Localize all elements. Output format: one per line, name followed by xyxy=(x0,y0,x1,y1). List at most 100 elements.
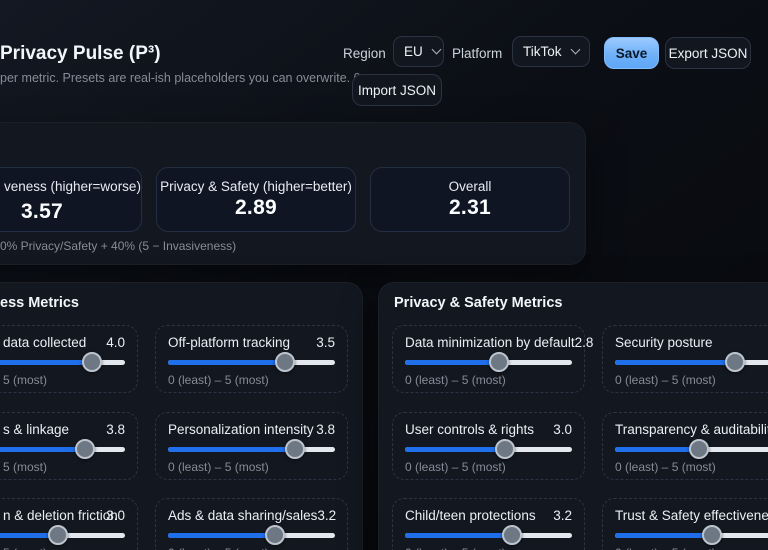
metric-card-data-collected: data collected 4.0 5 (most) xyxy=(0,325,138,393)
metric-slider[interactable] xyxy=(405,352,572,372)
slider-thumb[interactable] xyxy=(701,525,722,545)
slider-thumb[interactable] xyxy=(81,352,102,372)
metric-range-label: 0 (least) – 5 (most) xyxy=(615,460,716,474)
metric-range-label: 0 (least) – 5 (most) xyxy=(168,373,269,387)
metric-value: 3.8 xyxy=(316,422,335,437)
overall-formula-text: 0% Privacy/Safety + 40% (5 − Invasivenes… xyxy=(0,239,237,253)
slider-thumb[interactable] xyxy=(48,525,69,545)
metric-value: 3.0 xyxy=(553,422,572,437)
metric-slider[interactable] xyxy=(168,352,335,372)
slider-fill xyxy=(615,447,699,452)
metric-card-child-teen-protections: Child/teen protections 3.2 0 (least) – 5 (… xyxy=(392,498,585,550)
slider-fill xyxy=(0,360,92,365)
metric-range-label: 0 (least) – 5 (most) xyxy=(405,546,572,550)
metric-range-label: 5 (most) xyxy=(0,546,125,550)
slider-thumb[interactable] xyxy=(495,439,516,459)
slider-thumb[interactable] xyxy=(264,525,285,545)
slider-fill xyxy=(405,533,512,538)
metric-label: Security posture xyxy=(615,335,713,350)
import-json-button[interactable]: Import JSON xyxy=(352,74,442,106)
save-button[interactable]: Save xyxy=(604,37,659,69)
metric-card-off-platform-tracking: Off-platform tracking 3.5 0 (least) – 5 (m… xyxy=(155,325,348,393)
metric-slider[interactable] xyxy=(615,352,768,372)
metric-card-personalization-intensity: Personalization intensity 3.8 0 (least) – … xyxy=(155,412,348,480)
slider-thumb[interactable] xyxy=(74,439,95,459)
slider-fill xyxy=(0,447,85,452)
slider-fill xyxy=(168,447,295,452)
slider-thumb[interactable] xyxy=(488,352,509,372)
left-panel-title: ess Metrics xyxy=(0,295,79,311)
metric-range-label: 0 (least) – 5 (most) xyxy=(168,460,269,474)
metric-card-security-posture: Security posture 0 (least) – 5 (most) xyxy=(602,325,768,393)
metric-label: Transparency & auditability xyxy=(615,422,768,437)
slider-thumb[interactable] xyxy=(688,439,709,459)
slider-fill xyxy=(168,533,275,538)
metric-label: Data minimization by default xyxy=(405,335,575,350)
metric-card-user-controls-rights: User controls & rights 3.0 0 (least) – 5 (… xyxy=(392,412,585,480)
slider-fill xyxy=(615,533,712,538)
metric-value: 3.5 xyxy=(316,335,335,350)
slider-thumb[interactable] xyxy=(274,352,295,372)
platform-label: Platform xyxy=(452,46,503,61)
metric-value: 4.0 xyxy=(106,335,125,350)
metric-range-label: 0 (least) – 5 (most) xyxy=(168,546,335,550)
export-json-button[interactable]: Export JSON xyxy=(665,37,751,69)
metric-label: n & deletion friction xyxy=(3,508,118,523)
platform-select[interactable]: TikTok xyxy=(512,36,590,67)
score-card-overall: Overall 2.31 xyxy=(370,167,570,232)
metric-value: 3.2 xyxy=(553,508,572,523)
metric-range-label: 0 (least) – 5 (most) xyxy=(405,373,506,387)
metric-value: 3.8 xyxy=(106,422,125,437)
region-select-value: EU xyxy=(404,44,423,59)
metric-label: User controls & rights xyxy=(405,422,535,437)
metric-card-trust-safety-effectiveness: Trust & Safety effectiveness 0 (least) – … xyxy=(602,498,768,550)
metric-slider[interactable] xyxy=(0,525,125,545)
metric-slider[interactable] xyxy=(0,439,125,459)
metric-range-label: 5 (most) xyxy=(3,460,48,474)
metric-slider[interactable] xyxy=(615,525,768,545)
slider-fill xyxy=(405,360,499,365)
metric-slider[interactable] xyxy=(405,525,572,545)
app-stage: Privacy Pulse (P³) per metric. Presets a… xyxy=(0,0,768,550)
score-label: Overall xyxy=(448,179,492,194)
metric-label: Trust & Safety effectiveness xyxy=(615,508,768,523)
slider-thumb[interactable] xyxy=(501,525,522,545)
chevron-down-icon xyxy=(570,44,581,55)
metric-slider[interactable] xyxy=(405,439,572,459)
score-value: 2.31 xyxy=(448,196,492,219)
metric-range-label: 0 (least) – 5 (most) xyxy=(615,546,768,550)
right-panel-title: Privacy & Safety Metrics xyxy=(394,295,563,311)
region-label: Region xyxy=(343,46,386,61)
metric-card-deletion-friction: n & deletion friction3.05 (most) xyxy=(0,498,138,550)
metric-slider[interactable] xyxy=(0,352,125,372)
region-select[interactable]: EU xyxy=(393,36,444,67)
metric-card-data-minimization: Data minimization by default 2.8 0 (least)… xyxy=(392,325,593,393)
score-label: Privacy & Safety (higher=better) xyxy=(160,179,352,194)
metric-label: Child/teen protections xyxy=(405,508,536,523)
score-card-privacy-safety: Privacy & Safety (higher=better) 2.89 xyxy=(156,167,356,232)
score-value: 3.57 xyxy=(20,200,64,223)
slider-thumb[interactable] xyxy=(725,352,746,372)
metric-slider[interactable] xyxy=(168,439,335,459)
metric-label: data collected xyxy=(3,335,87,350)
metric-range-label: 0 (least) – 5 (most) xyxy=(615,373,716,387)
slider-fill xyxy=(405,447,506,452)
score-label: veness (higher=worse) xyxy=(4,179,141,194)
metric-label: Personalization intensity xyxy=(168,422,314,437)
metric-card-transparency-auditability: Transparency & auditability 0 (least) – 5… xyxy=(602,412,768,480)
score-value: 2.89 xyxy=(234,196,278,219)
page-title: Privacy Pulse (P³) xyxy=(0,43,161,64)
metric-label: Off-platform tracking xyxy=(168,335,291,350)
metric-slider[interactable] xyxy=(168,525,335,545)
metric-slider[interactable] xyxy=(615,439,768,459)
slider-fill xyxy=(615,360,736,365)
slider-thumb[interactable] xyxy=(284,439,305,459)
metric-label: Ads & data sharing/sales xyxy=(168,508,318,523)
metric-label: s & linkage xyxy=(3,422,70,437)
metric-value: 2.8 xyxy=(574,335,594,350)
page-subtitle: per metric. Presets are real-ish placeho… xyxy=(0,71,368,85)
platform-select-value: TikTok xyxy=(523,44,562,59)
slider-fill xyxy=(168,360,285,365)
metric-card-linkage: s & linkage 3.8 5 (most) xyxy=(0,412,138,480)
app-viewport: Privacy Pulse (P³) per metric. Presets a… xyxy=(0,0,768,550)
